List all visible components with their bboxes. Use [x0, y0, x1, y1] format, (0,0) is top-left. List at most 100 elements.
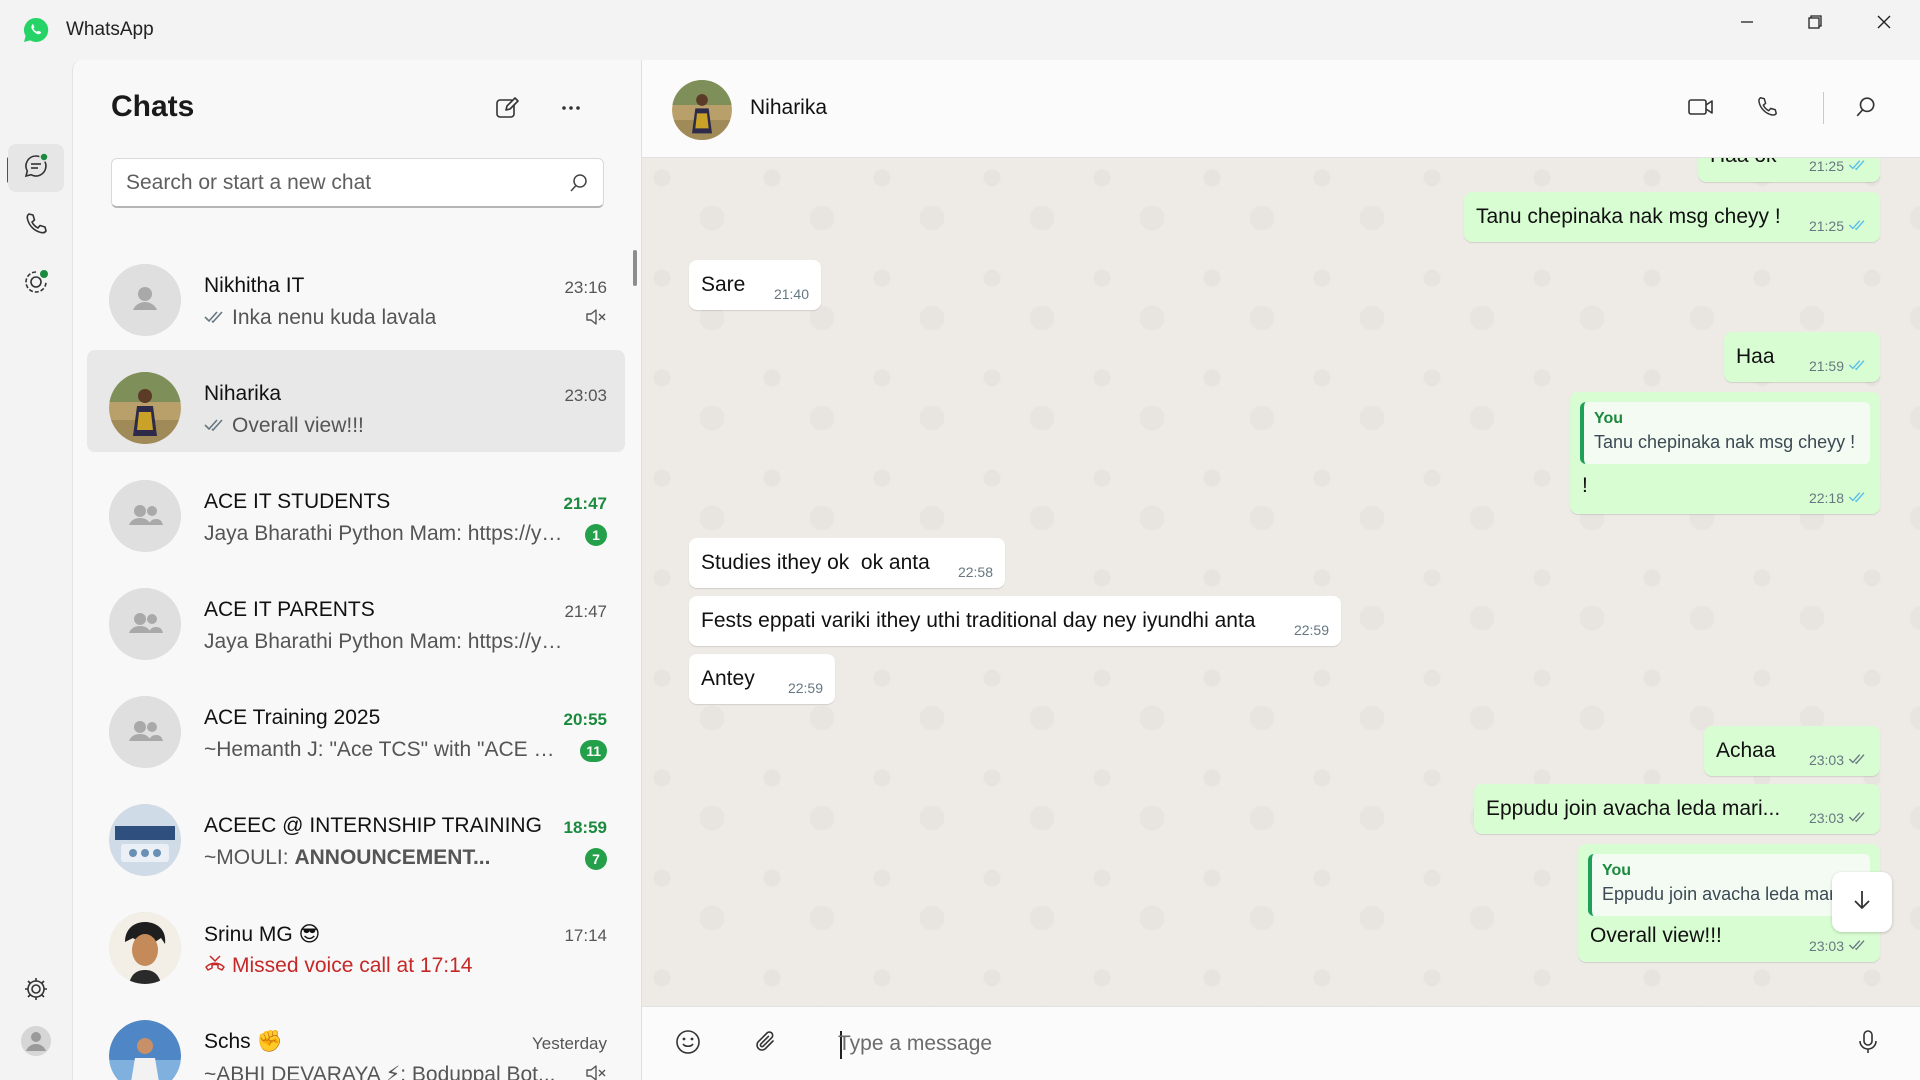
group-avatar-icon: [109, 588, 181, 660]
chat-time: 23:03: [564, 386, 607, 405]
minimize-icon: [1739, 14, 1755, 35]
chat-item-niharika[interactable]: Niharika Overall view!!! 23:03: [87, 350, 625, 452]
message-time: 23:03: [1808, 752, 1844, 768]
message-bubble-incoming[interactable]: Sare 21:40: [689, 260, 821, 310]
chat-item-ace-training-2025[interactable]: ACE Training 2025 ~Hemanth J: "Ace TCS" …: [87, 674, 625, 776]
new-chat-icon: [494, 95, 520, 126]
group-avatar-icon: [109, 696, 181, 768]
contact-photo-avatar: [109, 912, 181, 984]
quote-text: Tanu chepinaka nak msg cheyy !: [1594, 432, 1856, 452]
phone-icon: [1755, 95, 1779, 124]
double-tick-icon: [204, 306, 226, 330]
arrow-down-icon: [1850, 888, 1874, 917]
more-dots-icon: [559, 96, 583, 125]
paperclip-icon: [753, 1029, 779, 1060]
message-text: Achaa: [1716, 739, 1776, 762]
contact-photo-avatar: [109, 1020, 181, 1080]
quote-author: You: [1602, 862, 1632, 879]
quoted-message[interactable]: You Tanu chepinaka nak msg cheyy !: [1580, 402, 1870, 464]
video-call-button[interactable]: [1683, 91, 1719, 127]
chat-item-ace-it-students[interactable]: ACE IT STUDENTS Jaya Bharathi Python Mam…: [87, 458, 625, 560]
message-time: 21:25: [1808, 218, 1844, 234]
rail-status-button[interactable]: [8, 260, 64, 308]
message-time: 21:40: [773, 286, 809, 302]
quoted-message[interactable]: You Eppudu join avacha leda mari...: [1588, 854, 1870, 916]
chat-preview: ~Hemanth J: "Ace TCS" with "ACE On...: [204, 738, 564, 761]
message-time: 23:03: [1808, 938, 1844, 954]
message-text: Tanu chepinaka nak msg cheyy !: [1476, 205, 1781, 228]
message-meta: 22:58: [958, 564, 993, 580]
search-icon[interactable]: [569, 173, 589, 198]
delivered-ticks-icon: [1848, 810, 1868, 826]
message-time: 22:58: [957, 564, 993, 580]
attach-button[interactable]: [748, 1026, 784, 1062]
chat-list-panel: Chats Nikhitha IT Inka nenu: [72, 60, 642, 1080]
message-time: 22:59: [1293, 622, 1329, 638]
message-bubble-outgoing[interactable]: Haa ok 21:25: [1698, 158, 1880, 182]
message-bubble-outgoing[interactable]: Eppudu join avacha leda mari... 23:03: [1474, 784, 1880, 834]
emoji-button[interactable]: [670, 1026, 706, 1062]
title-bar: WhatsApp: [0, 0, 1920, 60]
chat-item-aceec-internship-training[interactable]: ACEEC @ INTERNSHIP TRAINING ~MOULI: ANNO…: [87, 782, 625, 884]
chat-item-nikhitha-it[interactable]: Nikhitha IT Inka nenu kuda lavala 23:16: [87, 242, 625, 344]
new-chat-button[interactable]: [489, 92, 525, 128]
emoji-icon: [674, 1028, 702, 1061]
contact-name[interactable]: Niharika: [750, 96, 827, 120]
phone-icon: [23, 211, 49, 242]
message-bubble-outgoing[interactable]: Tanu chepinaka nak msg cheyy ! 21:25: [1464, 192, 1880, 242]
message-bubble-outgoing[interactable]: Haa 21:59: [1724, 332, 1880, 382]
read-ticks-icon: [1848, 490, 1868, 506]
read-ticks-icon: [1848, 358, 1868, 374]
message-text: Studies ithey ok ok anta: [701, 551, 930, 574]
delivered-ticks-icon: [1848, 938, 1868, 954]
chat-time: 21:47: [563, 494, 607, 513]
message-text: Overall view!!!: [1590, 924, 1722, 947]
chat-time: 23:16: [564, 278, 607, 297]
message-bubble-incoming[interactable]: Antey 22:59: [689, 654, 835, 704]
chat-name: Srinu MG 😎: [204, 923, 321, 946]
status-icon: [22, 268, 50, 301]
chat-preview: Missed voice call at 17:14: [204, 954, 564, 978]
chat-item-ace-it-parents[interactable]: ACE IT PARENTS Jaya Bharathi Python Mam:…: [87, 566, 625, 668]
rail-settings-button[interactable]: [8, 967, 64, 1015]
message-input[interactable]: [838, 1027, 1838, 1061]
internship-group-avatar: [109, 804, 181, 876]
close-window-button[interactable]: [1850, 0, 1918, 48]
voice-call-button[interactable]: [1749, 91, 1785, 127]
search-in-chat-button[interactable]: [1848, 91, 1884, 127]
restore-button[interactable]: [1781, 0, 1849, 48]
more-options-button[interactable]: [553, 92, 589, 128]
minimize-button[interactable]: [1713, 0, 1781, 48]
message-time: 22:59: [787, 680, 823, 696]
chat-item-srinu-mg[interactable]: Srinu MG 😎 Missed voice call at 17:14 17…: [87, 890, 625, 992]
video-camera-icon: [1687, 96, 1715, 123]
message-text: Haa ok: [1710, 158, 1777, 168]
message-time: 21:25: [1808, 158, 1844, 174]
delivered-ticks-icon: [1848, 752, 1868, 768]
chat-name: ACE IT PARENTS: [204, 598, 375, 621]
chat-list: Nikhitha IT Inka nenu kuda lavala 23:16: [87, 242, 627, 1080]
message-bubble-incoming[interactable]: Studies ithey ok ok anta 22:58: [689, 538, 1005, 588]
message-meta: 21:25: [1809, 158, 1868, 174]
chat-item-schs[interactable]: Schs ✊ ~ABHI DEVARAYA ⚡: Boduppal Bot...…: [87, 998, 625, 1080]
message-bubble-incoming[interactable]: Fests eppati variki ithey uthi tradition…: [689, 596, 1341, 646]
message-area[interactable]: Haa ok 21:25 Tanu chepinaka nak msg chey…: [642, 158, 1920, 1006]
chat-preview: Jaya Bharathi Python Mam: https://yo...: [204, 522, 564, 545]
message-time: 23:03: [1808, 810, 1844, 826]
default-user-avatar-icon: [109, 264, 181, 336]
contact-avatar[interactable]: [672, 80, 732, 140]
message-bubble-reply[interactable]: You Tanu chepinaka nak msg cheyy ! ! 22:…: [1570, 392, 1880, 514]
scroll-to-bottom-button[interactable]: [1832, 872, 1892, 932]
message-bubble-outgoing[interactable]: Achaa 23:03: [1704, 726, 1880, 776]
rail-profile-button[interactable]: [8, 1019, 64, 1067]
navigation-rail: [0, 60, 72, 1080]
conversation-header: Niharika: [642, 60, 1920, 158]
search-input[interactable]: [126, 171, 546, 195]
chat-list-scrollbar[interactable]: [633, 250, 637, 286]
message-time: 22:18: [1808, 490, 1844, 506]
rail-calls-button[interactable]: [8, 202, 64, 250]
chat-preview: ~ABHI DEVARAYA ⚡: Boduppal Bot...: [204, 1063, 556, 1080]
message-meta: 23:03: [1809, 752, 1868, 768]
voice-message-button[interactable]: [1850, 1026, 1886, 1062]
rail-chats-button[interactable]: [8, 144, 64, 192]
